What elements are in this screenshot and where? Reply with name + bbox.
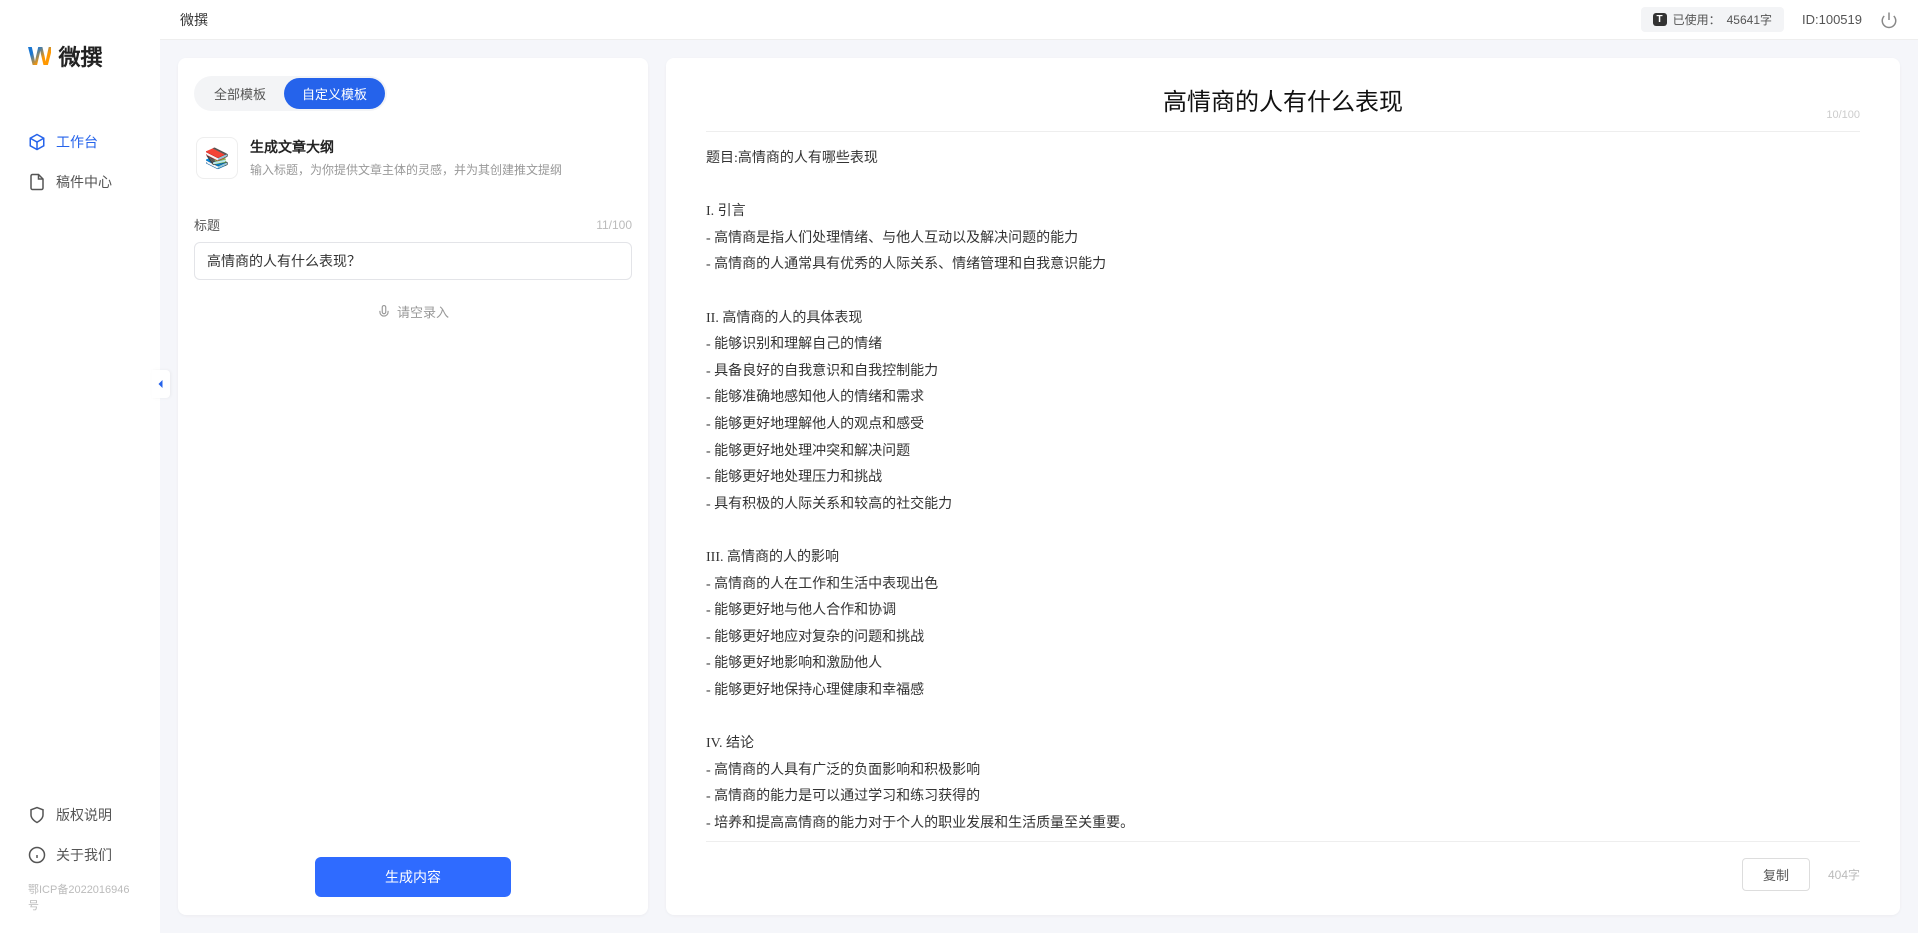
voice-input-button[interactable]: 请空录入	[194, 302, 632, 321]
books-icon: 📚	[196, 137, 238, 179]
input-panel: 全部模板 自定义模板 📚 生成文章大纲 输入标题，为你提供文章主体的灵感，并为其…	[178, 58, 648, 915]
sidebar-item-label: 工作台	[56, 132, 98, 152]
template-card: 📚 生成文章大纲 输入标题，为你提供文章主体的灵感，并为其创建推文提纲	[194, 131, 632, 197]
sidebar-nav: 工作台 稿件中心	[0, 122, 160, 795]
title-input[interactable]	[194, 242, 632, 280]
microphone-icon	[377, 305, 391, 319]
usage-indicator: T 已使用： 45641字	[1641, 7, 1785, 32]
logo: W 微撰	[0, 12, 160, 122]
info-icon	[28, 846, 46, 864]
sidebar-item-drafts[interactable]: 稿件中心	[0, 162, 160, 202]
shield-icon	[28, 806, 46, 824]
sidebar-item-label: 版权说明	[56, 805, 112, 825]
output-word-count: 404字	[1828, 866, 1860, 883]
generate-button[interactable]: 生成内容	[315, 857, 511, 897]
usage-value: 45641字	[1727, 11, 1772, 28]
sidebar-bottom: 版权说明 关于我们 鄂ICP备2022016946号	[0, 795, 160, 921]
tab-custom-template[interactable]: 自定义模板	[284, 78, 385, 109]
document-icon	[28, 173, 46, 191]
usage-badge: T	[1653, 13, 1667, 26]
title-field-label: 标题	[194, 215, 220, 234]
logo-icon: W	[28, 41, 51, 72]
output-panel: 高情商的人有什么表现 10/100 题目:高情商的人有哪些表现 I. 引言 - …	[666, 58, 1900, 915]
voice-input-label: 请空录入	[397, 302, 449, 321]
copy-button[interactable]: 复制	[1742, 858, 1810, 891]
template-tabs: 全部模板 自定义模板	[194, 76, 387, 111]
sidebar-item-workbench[interactable]: 工作台	[0, 122, 160, 162]
cube-icon	[28, 133, 46, 151]
sidebar-item-about[interactable]: 关于我们	[0, 835, 160, 875]
topbar: 微撰 T 已使用： 45641字 ID:100519	[160, 0, 1918, 40]
output-title: 高情商的人有什么表现	[706, 82, 1860, 117]
sidebar-collapse-handle[interactable]	[152, 370, 170, 398]
sidebar-item-label: 稿件中心	[56, 172, 112, 192]
chevron-left-icon	[155, 378, 167, 390]
template-desc: 输入标题，为你提供文章主体的灵感，并为其创建推文提纲	[250, 161, 562, 178]
usage-label: 已使用：	[1673, 11, 1721, 28]
output-body: 题目:高情商的人有哪些表现 I. 引言 - 高情商是指人们处理情绪、与他人互动以…	[706, 146, 1860, 829]
template-title: 生成文章大纲	[250, 137, 562, 157]
icp-footer: 鄂ICP备2022016946号	[0, 875, 160, 913]
sidebar-item-copyright[interactable]: 版权说明	[0, 795, 160, 835]
sidebar-item-label: 关于我们	[56, 845, 112, 865]
sidebar: W 微撰 工作台 稿件中心 版权说明	[0, 0, 160, 933]
page-title: 微撰	[180, 10, 208, 30]
logo-text: 微撰	[59, 40, 103, 72]
title-char-count: 11/100	[596, 218, 632, 232]
power-icon[interactable]	[1880, 11, 1898, 29]
output-title-counter: 10/100	[1826, 109, 1860, 121]
user-id: ID:100519	[1802, 12, 1862, 27]
tab-all-templates[interactable]: 全部模板	[196, 78, 284, 109]
